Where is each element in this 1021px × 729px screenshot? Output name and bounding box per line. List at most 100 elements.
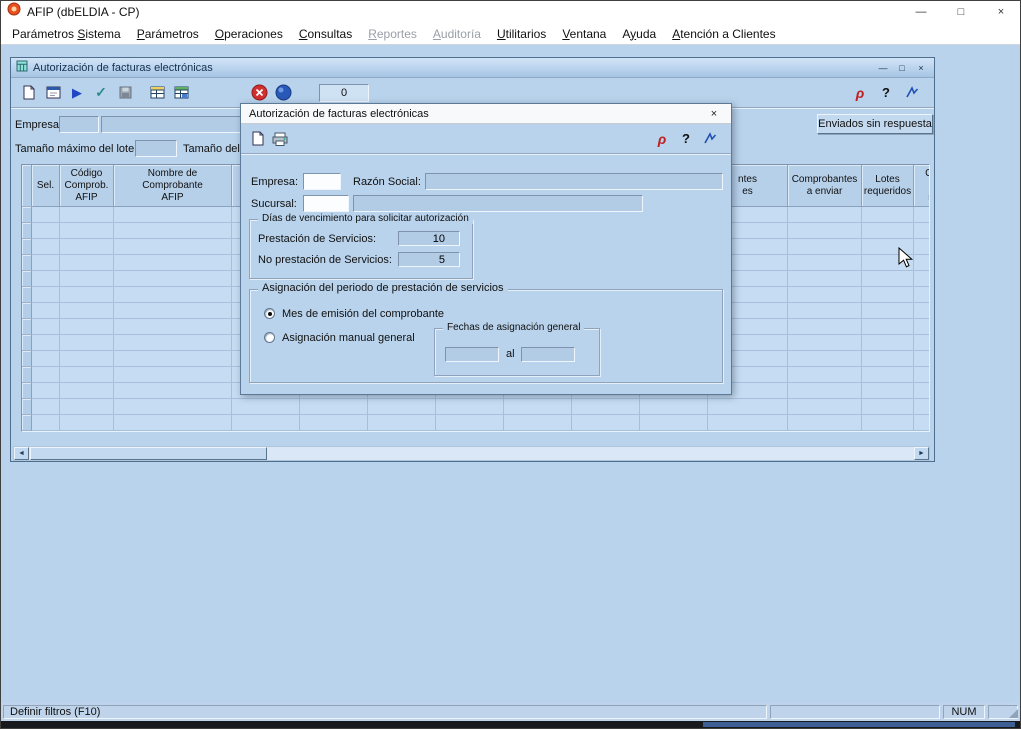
form-icon bbox=[46, 86, 61, 99]
no-prestacion-value-field[interactable]: 5 bbox=[398, 252, 460, 267]
dialog-close-button[interactable]: × bbox=[705, 106, 723, 122]
app-icon bbox=[7, 2, 21, 21]
confirm-button[interactable]: ✓ bbox=[89, 81, 113, 105]
dialog-window: Autorización de facturas electrónicas × … bbox=[240, 103, 732, 395]
app-title: AFIP (dbELDIA - CP) bbox=[27, 5, 139, 19]
table-view-button[interactable] bbox=[145, 81, 169, 105]
menu-item-5[interactable]: Auditoría bbox=[425, 25, 489, 43]
cancel-icon bbox=[251, 84, 268, 101]
help-button[interactable]: ? bbox=[874, 81, 898, 105]
no-prestacion-label: No prestación de Servicios: bbox=[258, 254, 392, 266]
dialog-razon-field[interactable] bbox=[425, 173, 723, 190]
dialog-toolbar: ρ ? bbox=[241, 124, 731, 154]
column-header-0[interactable]: Sel. bbox=[32, 165, 60, 207]
help-icon: ? bbox=[682, 131, 690, 146]
radio-manual[interactable] bbox=[264, 332, 275, 343]
lote2-label: Tamaño del bbox=[183, 143, 240, 155]
close-button[interactable]: × bbox=[981, 0, 1021, 23]
filter-button[interactable]: ρ bbox=[848, 81, 872, 105]
lote-counter-field[interactable]: 0 bbox=[319, 84, 369, 102]
lote-size-field[interactable] bbox=[135, 140, 177, 157]
dialog-filter-button[interactable]: ρ bbox=[651, 128, 673, 150]
save-button[interactable] bbox=[113, 81, 137, 105]
menu-bar: Parámetros SistemaParámetrosOperacionesC… bbox=[0, 23, 1021, 45]
child-close-button[interactable]: × bbox=[913, 61, 929, 75]
dialog-print-button[interactable] bbox=[269, 128, 291, 150]
grid-corner bbox=[22, 165, 32, 207]
edit-properties-button[interactable] bbox=[41, 81, 65, 105]
vencimiento-group: Días de vencimiento para solicitar autor… bbox=[249, 219, 473, 279]
filter-icon: ρ bbox=[856, 85, 864, 101]
run-button[interactable]: ▶ bbox=[65, 81, 89, 105]
sphere-icon bbox=[275, 84, 292, 101]
cancel-button[interactable] bbox=[247, 81, 271, 105]
table-chart-icon bbox=[174, 86, 189, 99]
app-window: AFIP (dbELDIA - CP) — □ × Parámetros Sis… bbox=[0, 0, 1021, 729]
maximize-button[interactable]: □ bbox=[941, 0, 981, 23]
grid-row-12[interactable] bbox=[22, 399, 930, 415]
filter-icon: ρ bbox=[658, 131, 666, 147]
child-maximize-button[interactable]: □ bbox=[894, 61, 910, 75]
status-panel-2 bbox=[770, 705, 940, 719]
scroll-thumb[interactable] bbox=[30, 447, 267, 460]
scroll-left-icon[interactable]: ◄ bbox=[14, 447, 29, 460]
column-header-1[interactable]: CódigoComprob.AFIP bbox=[60, 165, 114, 207]
scroll-right-icon[interactable]: ► bbox=[914, 447, 929, 460]
menu-item-4[interactable]: Reportes bbox=[360, 25, 425, 43]
dialog-sucursal-name-field[interactable] bbox=[353, 195, 643, 212]
column-header-13[interactable]: Comprobaenviadosin respu bbox=[914, 165, 930, 207]
new-document-button[interactable] bbox=[17, 81, 41, 105]
child-minimize-button[interactable]: — bbox=[875, 61, 891, 75]
column-header-12[interactable]: Lotesrequeridos bbox=[862, 165, 914, 207]
fechas-group-title: Fechas de asignación general bbox=[443, 322, 584, 333]
prestacion-value-field[interactable]: 10 bbox=[398, 231, 460, 246]
info-button[interactable] bbox=[271, 81, 295, 105]
dialog-titlebar: Autorización de facturas electrónicas × bbox=[241, 104, 731, 124]
menu-item-3[interactable]: Consultas bbox=[291, 25, 360, 43]
resize-grip[interactable] bbox=[1009, 709, 1018, 718]
page-icon bbox=[22, 85, 36, 100]
child-title: Autorización de facturas electrónicas bbox=[33, 62, 213, 74]
menu-item-0[interactable]: Parámetros Sistema bbox=[4, 25, 129, 43]
page-icon bbox=[251, 131, 265, 146]
grid-row-13[interactable] bbox=[22, 415, 930, 431]
enviados-button[interactable]: Enviados sin respuesta bbox=[817, 114, 933, 134]
column-header-2[interactable]: Nombre deComprobanteAFIP bbox=[114, 165, 232, 207]
function-keys-icon bbox=[702, 132, 718, 146]
empresa-code-field[interactable] bbox=[59, 116, 99, 133]
child-titlebar: Autorización de facturas electrónicas — … bbox=[11, 58, 934, 78]
prestacion-label: Prestación de Servicios: bbox=[258, 233, 376, 245]
menu-item-8[interactable]: Ayuda bbox=[614, 25, 664, 43]
fecha-desde-field[interactable] bbox=[445, 347, 499, 362]
status-message: Definir filtros (F10) bbox=[3, 705, 767, 719]
fecha-hasta-field[interactable] bbox=[521, 347, 575, 362]
radio-mes-emision[interactable] bbox=[264, 308, 275, 319]
dialog-razon-label: Razón Social: bbox=[353, 176, 421, 188]
column-header-11[interactable]: Comprobantesa enviar bbox=[788, 165, 862, 207]
menu-item-9[interactable]: Atención a Clientes bbox=[664, 25, 783, 43]
menu-item-6[interactable]: Utilitarios bbox=[489, 25, 554, 43]
dialog-function-keys-button[interactable] bbox=[699, 128, 721, 150]
dialog-help-button[interactable]: ? bbox=[675, 128, 697, 150]
child-window-icon bbox=[16, 59, 28, 77]
table-icon bbox=[150, 86, 165, 99]
menu-item-2[interactable]: Operaciones bbox=[207, 25, 291, 43]
printer-icon bbox=[272, 132, 288, 146]
menu-item-7[interactable]: Ventana bbox=[554, 25, 614, 43]
table-export-button[interactable] bbox=[169, 81, 193, 105]
function-keys-button[interactable] bbox=[900, 81, 924, 105]
run-icon: ▶ bbox=[72, 85, 82, 101]
window-bottom-edge bbox=[0, 721, 1021, 729]
minimize-button[interactable]: — bbox=[901, 0, 941, 23]
dialog-new-button[interactable] bbox=[247, 128, 269, 150]
check-icon: ✓ bbox=[95, 84, 107, 101]
disk-icon bbox=[119, 86, 132, 99]
radio-mes-label: Mes de emisión del comprobante bbox=[282, 308, 444, 320]
lote-label: Tamaño máximo del lote: bbox=[15, 143, 137, 155]
num-lock-indicator: NUM bbox=[943, 705, 985, 719]
menu-item-1[interactable]: Parámetros bbox=[129, 25, 207, 43]
dialog-empresa-input[interactable] bbox=[303, 173, 341, 190]
status-bar: Definir filtros (F10) NUM bbox=[0, 703, 1021, 721]
dialog-sucursal-input[interactable] bbox=[303, 195, 349, 212]
h-scrollbar[interactable]: ◄ ► bbox=[13, 446, 930, 461]
